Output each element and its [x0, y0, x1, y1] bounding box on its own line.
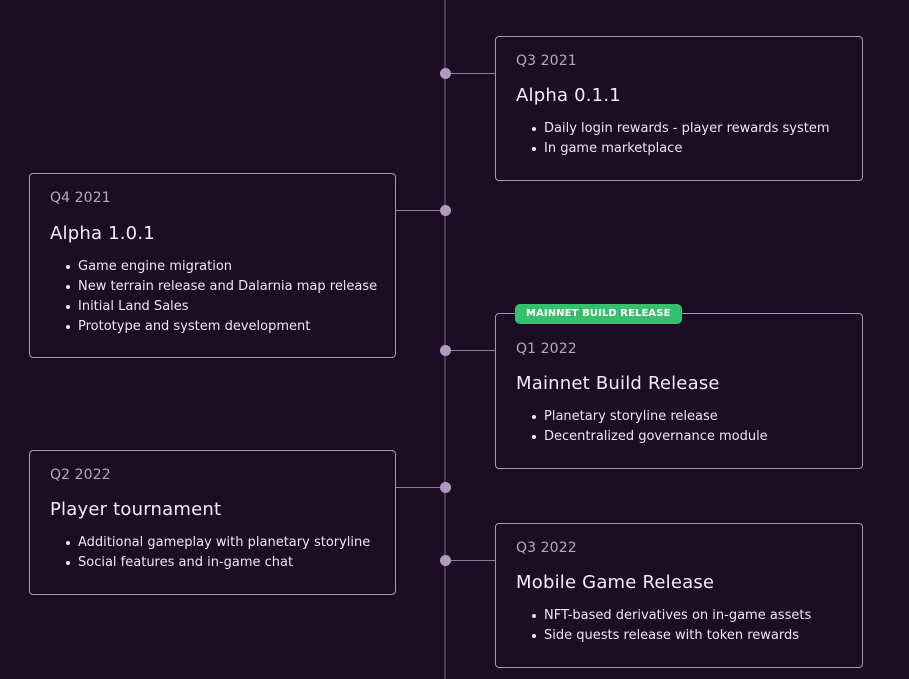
card-quarter: Q3 2021: [516, 53, 577, 69]
list-item: Planetary storyline release: [532, 407, 768, 427]
timeline-node: [440, 482, 451, 493]
card-bullet-list: NFT-based derivatives on in-game assets …: [524, 606, 811, 646]
roadmap-card-q3-2021: Q3 2021 Alpha 0.1.1 Daily login rewards …: [495, 36, 863, 181]
timeline-connector: [451, 73, 495, 74]
timeline-node: [440, 68, 451, 79]
timeline-node: [440, 555, 451, 566]
card-title: Mobile Game Release: [516, 572, 715, 593]
timeline-spine: [444, 0, 446, 679]
status-badge: MAINNET BUILD RELEASE: [515, 304, 682, 324]
roadmap-card-q2-2022: Q2 2022 Player tournament Additional gam…: [29, 450, 396, 595]
card-bullet-list: Additional gameplay with planetary story…: [58, 533, 370, 573]
roadmap-card-q1-2022: MAINNET BUILD RELEASE Q1 2022 Mainnet Bu…: [495, 304, 863, 469]
list-item: Social features and in-game chat: [65, 553, 370, 573]
card-title: Player tournament: [50, 499, 222, 520]
timeline-connector: [396, 210, 440, 211]
list-item: Initial Land Sales: [65, 297, 377, 317]
list-item: Decentralized governance module: [532, 427, 768, 447]
card-title: Alpha 1.0.1: [50, 223, 155, 244]
card-bullet-list: Planetary storyline release Decentralize…: [524, 407, 768, 447]
card-quarter: Q3 2022: [516, 540, 577, 556]
roadmap-card-q3-2022: Q3 2022 Mobile Game Release NFT-based de…: [495, 523, 863, 668]
list-item: Additional gameplay with planetary story…: [65, 533, 370, 553]
roadmap-timeline: Q3 2021 Alpha 0.1.1 Daily login rewards …: [0, 0, 909, 679]
list-item: Prototype and system development: [65, 317, 377, 337]
list-item: Side quests release with token rewards: [531, 626, 811, 646]
timeline-connector: [451, 350, 495, 351]
card-quarter: Q1 2022: [516, 341, 577, 357]
timeline-node: [440, 345, 451, 356]
list-item: NFT-based derivatives on in-game assets: [531, 606, 811, 626]
timeline-node: [440, 205, 451, 216]
list-item: In game marketplace: [532, 139, 830, 159]
timeline-connector: [451, 560, 495, 561]
list-item: New terrain release and Dalarnia map rel…: [65, 277, 377, 297]
list-item: Daily login rewards - player rewards sys…: [532, 119, 830, 139]
card-title: Alpha 0.1.1: [516, 85, 621, 106]
card-bullet-list: Daily login rewards - player rewards sys…: [524, 119, 830, 159]
card-title: Mainnet Build Release: [516, 373, 720, 394]
roadmap-card-q4-2021: Q4 2021 Alpha 1.0.1 Game engine migratio…: [29, 173, 396, 358]
timeline-connector: [396, 487, 440, 488]
card-bullet-list: Game engine migration New terrain releas…: [58, 257, 377, 337]
list-item: Game engine migration: [65, 257, 377, 277]
card-quarter: Q2 2022: [50, 467, 111, 483]
card-quarter: Q4 2021: [50, 190, 111, 206]
